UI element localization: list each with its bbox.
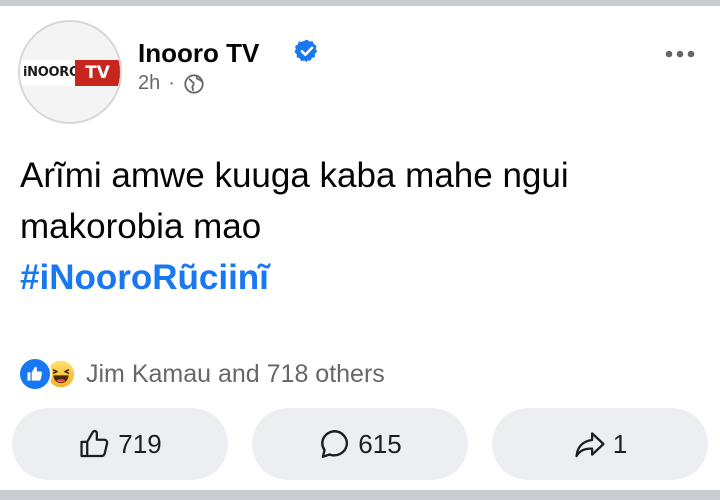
post-actions: 719 615 1 — [12, 408, 708, 480]
logo-right-text: TV — [75, 60, 120, 86]
post-body: Arĩmi amwe kuuga kaba mahe ngui makorobi… — [20, 150, 700, 303]
like-button[interactable]: 719 — [12, 408, 228, 480]
more-options-icon[interactable] — [664, 48, 696, 60]
post-text-line-2: makorobia mao — [20, 207, 262, 246]
meta-separator: · — [168, 72, 175, 94]
comment-bubble-icon — [321, 430, 349, 458]
comment-button[interactable]: 615 — [252, 408, 468, 480]
inooro-logo: iNOORO TV — [20, 60, 120, 86]
post-meta: 2h · — [138, 72, 205, 95]
bottom-divider — [0, 490, 720, 500]
post-time[interactable]: 2h — [138, 72, 160, 95]
share-count: 1 — [612, 428, 628, 459]
comment-count: 615 — [358, 428, 402, 459]
post-text-line-1: Arĩmi amwe kuuga kaba mahe ngui — [20, 156, 569, 195]
share-arrow-icon — [575, 432, 605, 458]
page-avatar[interactable]: iNOORO TV — [18, 20, 122, 124]
like-count: 719 — [118, 428, 162, 459]
page-name-link[interactable]: Inooro TV — [138, 38, 259, 69]
reactions-summary[interactable]: Jim Kamau and 718 others — [18, 356, 385, 392]
post-header: iNOORO TV Inooro TV 2h · — [18, 20, 702, 124]
globe-icon — [184, 73, 204, 94]
thumbs-up-icon — [80, 429, 109, 458]
verified-badge-icon — [294, 39, 318, 63]
hashtag-link[interactable]: #iNooroRũciinĩ — [20, 252, 700, 303]
share-button[interactable]: 1 — [492, 408, 708, 480]
like-reaction-icon — [18, 357, 52, 391]
top-divider — [0, 0, 720, 6]
logo-left-text: iNOORO — [20, 60, 80, 86]
reactions-text: Jim Kamau and 718 others — [86, 359, 385, 388]
